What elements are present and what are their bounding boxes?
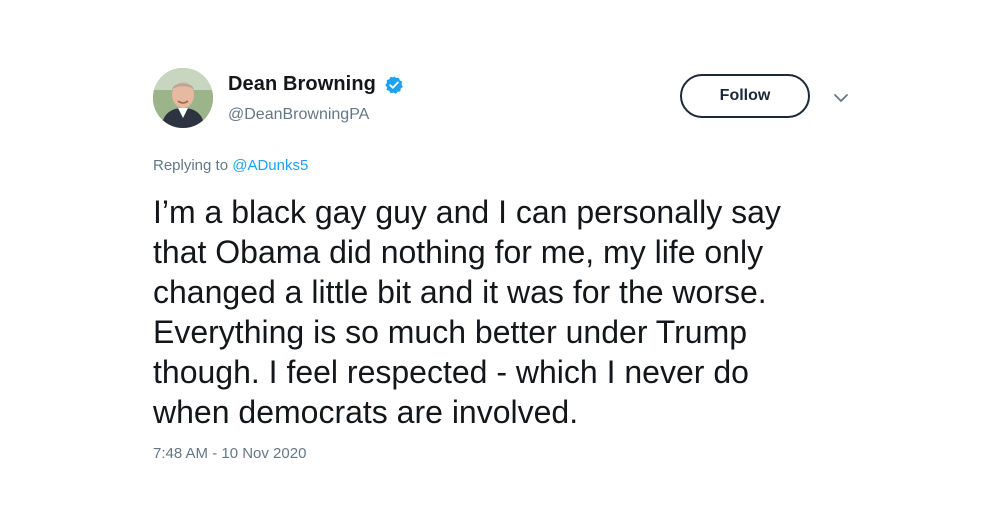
author-display-name[interactable]: Dean Browning bbox=[228, 73, 376, 96]
tweet-card: Dean Browning @DeanBrowningPA Follow Rep… bbox=[0, 0, 1000, 529]
avatar[interactable] bbox=[153, 68, 213, 128]
follow-button[interactable]: Follow bbox=[680, 74, 810, 118]
tweet-text-line: that Obama did nothing for me, my life o… bbox=[153, 234, 764, 270]
tweet-text-line: when democrats are involved. bbox=[153, 394, 579, 430]
tweet-text-line: changed a little bit and it was for the … bbox=[153, 274, 767, 310]
author-handle[interactable]: @DeanBrowningPA bbox=[228, 106, 369, 124]
tweet-text: I’m a black gay guy and I can personally… bbox=[153, 192, 853, 432]
author-name-row: Dean Browning bbox=[228, 73, 404, 96]
reply-mention-link[interactable]: @ADunks5 bbox=[232, 157, 308, 174]
replying-to-line: Replying to @ADunks5 bbox=[153, 157, 308, 174]
tweet-text-line: I’m a black gay guy and I can personally… bbox=[153, 194, 781, 230]
tweet-timestamp[interactable]: 7:48 AM - 10 Nov 2020 bbox=[153, 445, 306, 462]
chevron-down-icon[interactable] bbox=[832, 89, 850, 107]
verified-badge-icon bbox=[384, 75, 404, 95]
replying-to-label: Replying to bbox=[153, 157, 229, 174]
profile-photo-icon bbox=[153, 68, 213, 128]
tweet-text-line: though. I feel respected - which I never… bbox=[153, 354, 749, 390]
tweet-text-line: Everything is so much better under Trump bbox=[153, 314, 748, 350]
